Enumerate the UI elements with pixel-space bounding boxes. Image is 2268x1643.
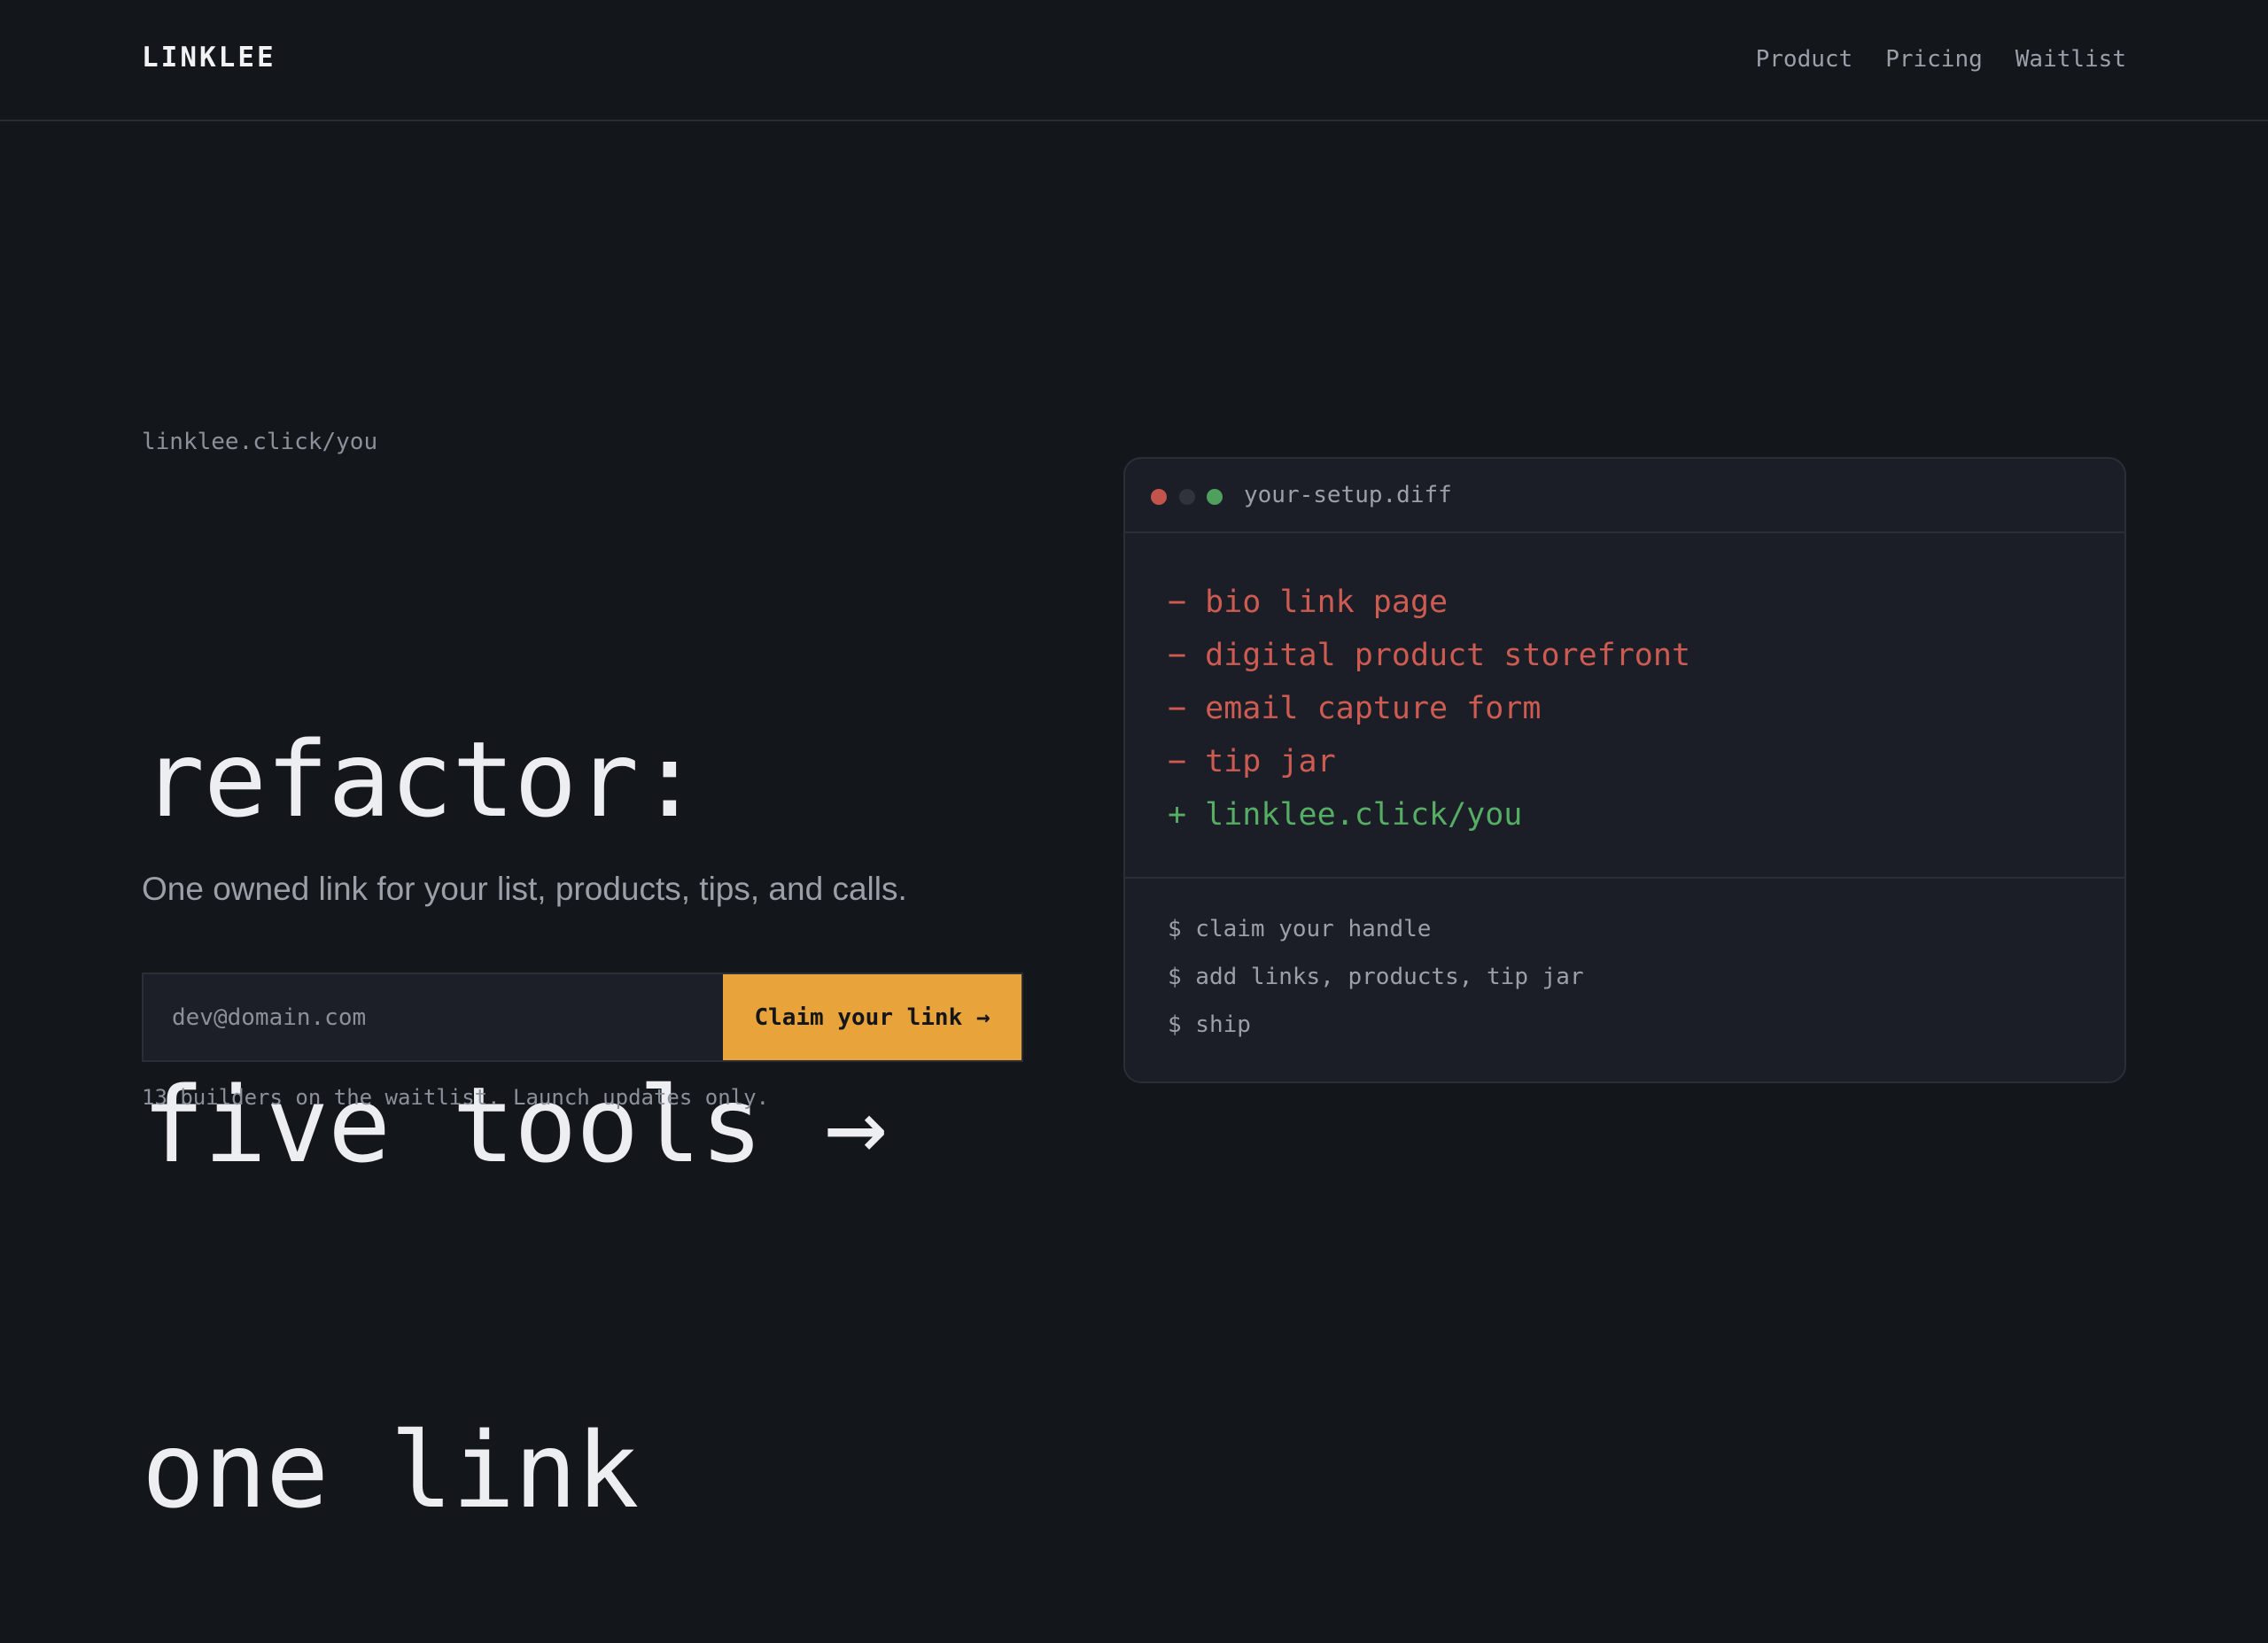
diff-sign: − — [1168, 638, 1187, 673]
command-line: $ add links, products, tip jar — [1168, 964, 1584, 990]
diff-line-removed: − digital product storefront — [1168, 629, 2124, 682]
diff-text: linklee.click/you — [1205, 797, 1523, 833]
diff-text: digital product storefront — [1205, 638, 1691, 673]
email-input[interactable] — [144, 974, 723, 1060]
command-line: $ claim your handle — [1168, 916, 1432, 942]
diff-sign: − — [1168, 691, 1187, 726]
command-list: $ claim your handle $ add links, product… — [1125, 879, 2124, 1049]
diff-text: email capture form — [1205, 691, 1542, 726]
subheadline: One owned link for your list, products, … — [142, 871, 907, 907]
claim-link-button[interactable]: Claim your link → — [723, 974, 1021, 1060]
waitlist-count-note: 13 builders on the waitlist. Launch upda… — [142, 1085, 770, 1110]
headline-line-1: refactor: — [142, 718, 701, 841]
headline-line-3: one link — [142, 1409, 639, 1531]
diff-sign: + — [1168, 797, 1187, 833]
diff-lines: − bio link page − digital product storef… — [1125, 533, 2124, 879]
diff-text: tip jar — [1205, 744, 1336, 779]
diff-panel: your-setup.diff − bio link page − digita… — [1123, 457, 2126, 1083]
waitlist-form: Claim your link → — [142, 973, 1023, 1062]
nav-product-link[interactable]: Product — [1756, 46, 1853, 73]
nav-pricing-link[interactable]: Pricing — [1885, 46, 1983, 73]
diff-sign: − — [1168, 744, 1187, 779]
command-line: $ ship — [1168, 1011, 1251, 1038]
panel-titlebar: your-setup.diff — [1125, 459, 2124, 533]
handle-label: linklee.click/you — [142, 429, 378, 455]
headline: refactor: five tools → one link — [142, 492, 888, 1643]
close-dot-icon — [1151, 489, 1167, 505]
maximize-dot-icon — [1207, 489, 1223, 505]
diff-line-added: + linklee.click/you — [1168, 788, 2124, 841]
diff-line-removed: − tip jar — [1168, 735, 2124, 788]
diff-text: bio link page — [1205, 585, 1449, 620]
nav-waitlist-link[interactable]: Waitlist — [2016, 46, 2126, 73]
main-nav: Product Pricing Waitlist — [1756, 46, 2126, 73]
diff-line-removed: − email capture form — [1168, 682, 2124, 735]
panel-filename: your-setup.diff — [1244, 482, 1452, 508]
diff-sign: − — [1168, 585, 1187, 620]
diff-line-removed: − bio link page — [1168, 576, 2124, 629]
site-header: LINKLEE Product Pricing Waitlist — [0, 0, 2268, 121]
logo[interactable]: LINKLEE — [142, 42, 276, 74]
minimize-dot-icon — [1179, 489, 1195, 505]
